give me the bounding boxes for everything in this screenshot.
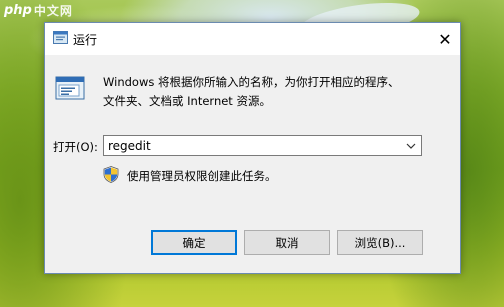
title-bar[interactable]: 运行 ✕: [45, 23, 460, 55]
admin-notice: 使用管理员权限创建此任务。: [127, 169, 277, 183]
run-dialog: 运行 ✕ Windows 将根据你所输入的名称，为你打开相应的程序、 文件夹、文…: [44, 22, 461, 274]
command-combobox[interactable]: [103, 135, 422, 156]
cancel-button[interactable]: 取消: [244, 230, 330, 255]
browse-button[interactable]: 浏览(B)...: [337, 230, 423, 255]
dialog-description: Windows 将根据你所输入的名称，为你打开相应的程序、 文件夹、文档或 In…: [103, 73, 443, 111]
uac-shield-icon: [103, 166, 119, 183]
desktop-wallpaper: php 中文网 运行 ✕ Windows 将根据你所输入的名称，为你打开相应的程…: [0, 0, 504, 307]
chevron-down-icon: [406, 143, 416, 149]
close-icon: ✕: [438, 29, 452, 49]
close-button[interactable]: ✕: [430, 23, 460, 55]
ok-button[interactable]: 确定: [151, 230, 237, 255]
dialog-title: 运行: [73, 33, 98, 47]
open-label: 打开(O):: [53, 140, 98, 154]
command-input[interactable]: [108, 137, 398, 154]
run-app-icon: [55, 76, 85, 100]
watermark: php 中文网: [4, 2, 73, 19]
run-icon: [53, 31, 68, 44]
watermark-text: 中文网: [33, 4, 73, 18]
watermark-logo: php: [4, 3, 32, 18]
description-line-2: 文件夹、文档或 Internet 资源。: [103, 94, 271, 108]
description-line-1: Windows 将根据你所输入的名称，为你打开相应的程序、: [103, 75, 400, 89]
dropdown-button[interactable]: [403, 136, 419, 155]
